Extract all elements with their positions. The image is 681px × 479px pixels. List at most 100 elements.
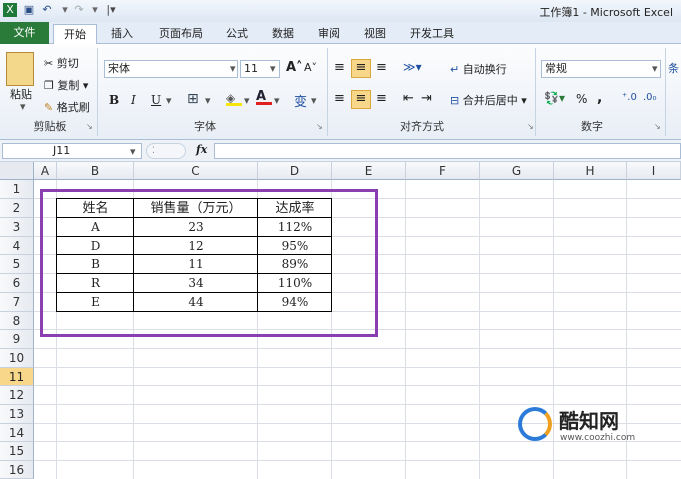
column-header[interactable]: F bbox=[406, 162, 480, 180]
column-header[interactable]: E bbox=[332, 162, 406, 180]
group-divider bbox=[535, 48, 536, 136]
row-header[interactable]: 4 bbox=[0, 237, 34, 255]
row-header[interactable]: 13 bbox=[0, 405, 34, 424]
align-right-icon[interactable]: ≡ bbox=[376, 91, 387, 106]
decrease-decimal-icon[interactable]: .0₀ bbox=[643, 92, 657, 103]
row-header[interactable]: 16 bbox=[0, 461, 34, 479]
shrink-font-icon[interactable]: A˅ bbox=[304, 61, 317, 74]
dropdown-icon[interactable]: ▾ bbox=[58, 3, 72, 17]
accounting-format-icon[interactable]: 💱▾ bbox=[544, 91, 565, 105]
font-name-dropdown-icon[interactable]: ▾ bbox=[230, 62, 236, 75]
align-bottom-icon[interactable]: ≡ bbox=[376, 60, 387, 75]
increase-decimal-icon[interactable]: ⁺.0 bbox=[622, 92, 637, 103]
number-launcher-icon[interactable]: ↘ bbox=[654, 122, 661, 131]
gridline-horizontal bbox=[34, 385, 681, 386]
row-header[interactable]: 2 bbox=[0, 199, 34, 218]
name-box-dropdown-icon[interactable]: ▾ bbox=[130, 145, 136, 158]
name-box[interactable]: J11 bbox=[2, 143, 142, 159]
scissors-icon: ✂ bbox=[44, 57, 54, 70]
dropdown-icon[interactable]: ▾ bbox=[88, 3, 102, 17]
phonetic-guide-icon[interactable]: 变 bbox=[294, 91, 307, 110]
number-format-value: 常规 bbox=[545, 62, 567, 75]
gridline-horizontal bbox=[34, 348, 681, 349]
align-center-icon[interactable]: ≡ bbox=[351, 90, 371, 109]
row-header[interactable]: 8 bbox=[0, 312, 34, 330]
cut-button[interactable]: ✂ 剪切 bbox=[44, 55, 79, 71]
customize-quick-access-icon[interactable]: |▾ bbox=[104, 3, 118, 17]
clipboard-launcher-icon[interactable]: ↘ bbox=[86, 122, 93, 131]
number-format-box[interactable]: 常规 bbox=[541, 60, 661, 78]
orientation-icon[interactable]: ≫▾ bbox=[403, 60, 422, 74]
selection-highlight-box bbox=[40, 189, 378, 337]
border-icon[interactable]: ⊞ bbox=[187, 91, 199, 107]
comma-style-button[interactable]: , bbox=[597, 90, 602, 106]
paste-dropdown-icon[interactable]: ▾ bbox=[20, 100, 26, 113]
copy-label: 复制 bbox=[57, 79, 80, 92]
tab-view[interactable]: 视图 bbox=[356, 24, 394, 44]
row-header[interactable]: 10 bbox=[0, 349, 34, 368]
tab-home[interactable]: 开始 bbox=[53, 24, 97, 44]
undo-icon[interactable]: ↶ bbox=[40, 3, 54, 17]
font-color-icon[interactable]: A bbox=[256, 89, 272, 105]
row-header[interactable]: 12 bbox=[0, 386, 34, 405]
row-header[interactable]: 5 bbox=[0, 255, 34, 274]
underline-button[interactable]: U bbox=[151, 93, 161, 107]
redo-icon[interactable]: ↷ bbox=[72, 3, 86, 17]
column-header[interactable]: I bbox=[627, 162, 681, 180]
row-header[interactable]: 15 bbox=[0, 442, 34, 461]
phonetic-dropdown-icon[interactable]: ▾ bbox=[311, 94, 317, 107]
bold-button[interactable]: B bbox=[109, 93, 119, 107]
merge-center-button[interactable]: ⊟ 合并后居中 ▾ bbox=[450, 92, 527, 108]
decrease-indent-icon[interactable]: ⇤ bbox=[403, 91, 414, 106]
italic-button[interactable]: I bbox=[131, 93, 136, 107]
column-header[interactable]: A bbox=[34, 162, 57, 180]
column-header[interactable]: G bbox=[480, 162, 554, 180]
row-header[interactable]: 6 bbox=[0, 274, 34, 293]
grow-font-icon[interactable]: A˄ bbox=[286, 60, 303, 75]
formula-divider-handle[interactable]: ⁚ bbox=[146, 143, 186, 159]
tab-developer[interactable]: 开发工具 bbox=[402, 24, 462, 44]
row-header[interactable]: 1 bbox=[0, 180, 34, 199]
row-header[interactable]: 14 bbox=[0, 424, 34, 442]
formula-input[interactable] bbox=[214, 143, 681, 159]
fill-color-icon[interactable]: ◈ bbox=[226, 91, 242, 106]
merge-center-icon: ⊟ bbox=[450, 94, 460, 107]
row-header[interactable]: 3 bbox=[0, 218, 34, 237]
align-top-icon[interactable]: ≡ bbox=[334, 60, 345, 75]
underline-dropdown-icon[interactable]: ▾ bbox=[166, 94, 172, 107]
column-header[interactable]: B bbox=[57, 162, 134, 180]
copy-button[interactable]: ❐ 复制 ▾ bbox=[44, 77, 88, 93]
select-all-corner[interactable] bbox=[0, 162, 34, 180]
font-launcher-icon[interactable]: ↘ bbox=[316, 122, 323, 131]
ribbon-tabs: 文件 开始 插入 页面布局 公式 数据 审阅 视图 开发工具 bbox=[0, 22, 681, 44]
row-header[interactable]: 7 bbox=[0, 293, 34, 312]
align-left-icon[interactable]: ≡ bbox=[334, 91, 345, 106]
column-header[interactable]: D bbox=[258, 162, 332, 180]
align-middle-icon[interactable]: ≡ bbox=[351, 59, 371, 78]
tab-data[interactable]: 数据 bbox=[264, 24, 302, 44]
conditional-format-icon[interactable]: 条 bbox=[668, 60, 679, 76]
alignment-launcher-icon[interactable]: ↘ bbox=[527, 122, 534, 131]
tab-review[interactable]: 审阅 bbox=[310, 24, 348, 44]
insert-function-button[interactable]: fx bbox=[196, 143, 207, 156]
row-header[interactable]: 11 bbox=[0, 368, 34, 386]
paste-icon[interactable] bbox=[6, 52, 34, 86]
tab-formulas[interactable]: 公式 bbox=[218, 24, 256, 44]
font-size-dropdown-icon[interactable]: ▾ bbox=[270, 62, 276, 75]
font-color-dropdown-icon[interactable]: ▾ bbox=[274, 94, 280, 107]
column-header[interactable]: H bbox=[554, 162, 627, 180]
font-name-box[interactable]: 宋体 bbox=[104, 60, 238, 78]
number-format-dropdown-icon[interactable]: ▾ bbox=[652, 62, 658, 75]
percent-style-button[interactable]: % bbox=[576, 92, 587, 106]
format-painter-button[interactable]: ✎ 格式刷 bbox=[44, 99, 90, 115]
save-icon[interactable]: ▣ bbox=[22, 3, 36, 17]
tab-page-layout[interactable]: 页面布局 bbox=[150, 24, 212, 44]
wrap-text-button[interactable]: ↵ 自动换行 bbox=[450, 61, 507, 77]
border-dropdown-icon[interactable]: ▾ bbox=[205, 94, 211, 107]
column-header[interactable]: C bbox=[134, 162, 258, 180]
row-header[interactable]: 9 bbox=[0, 330, 34, 349]
fill-color-dropdown-icon[interactable]: ▾ bbox=[244, 94, 250, 107]
tab-insert[interactable]: 插入 bbox=[102, 24, 142, 44]
tab-file[interactable]: 文件 bbox=[0, 22, 49, 44]
increase-indent-icon[interactable]: ⇥ bbox=[421, 91, 432, 106]
